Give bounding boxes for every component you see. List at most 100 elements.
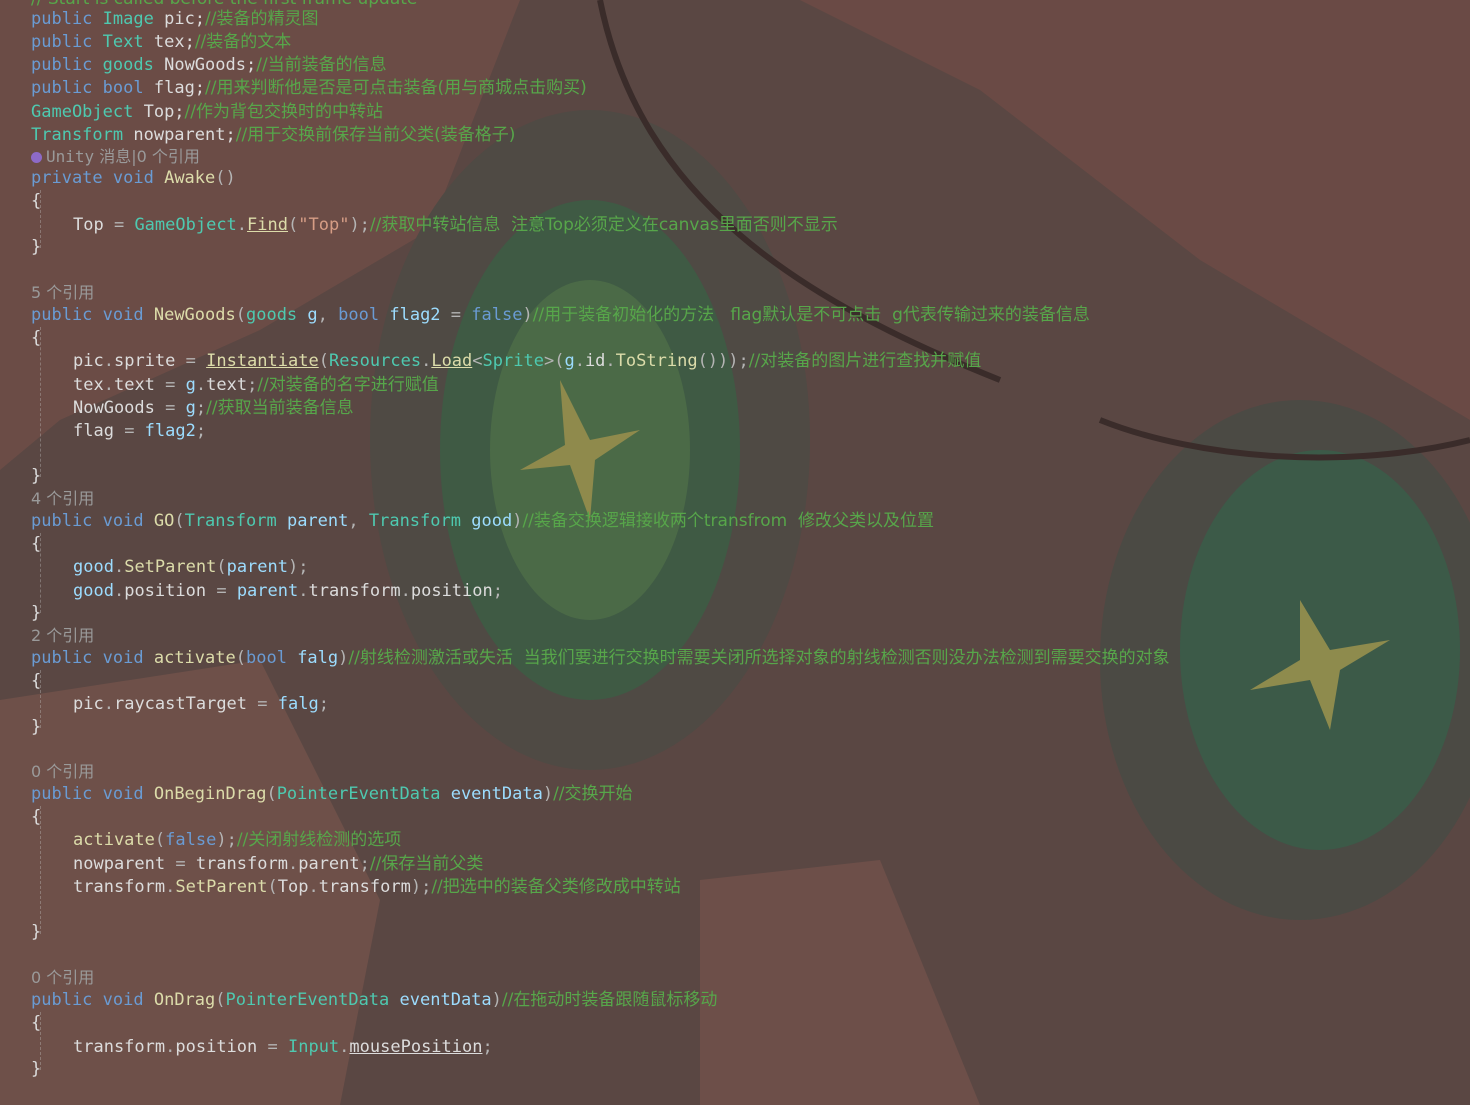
close-brace: } bbox=[31, 237, 42, 257]
codelens-go[interactable]: 4 个引用 bbox=[31, 488, 94, 510]
identifier: NowGoods bbox=[73, 398, 155, 418]
code-comment: //用于交换前保存当前父类(装备格子) bbox=[235, 125, 516, 145]
code-line-tex[interactable]: public Text tex;//装备的文本 bbox=[31, 31, 291, 53]
code-line-newgoods-signature[interactable]: public void NewGoods(goods g, bool flag2… bbox=[31, 304, 1090, 326]
code-line-top[interactable]: GameObject Top;//作为背包交换时的中转站 bbox=[31, 101, 383, 123]
code-line-awake-body[interactable]: Top = GameObject.Find("Top");//获取中转站信息 注… bbox=[73, 214, 838, 236]
code-line-reparent-top[interactable]: transform.SetParent(Top.transform);//把选中… bbox=[73, 876, 681, 898]
code-line-save-parent[interactable]: nowparent = transform.parent;//保存当前父类 bbox=[73, 853, 483, 875]
codelens-activate[interactable]: 2 个引用 bbox=[31, 625, 94, 647]
identifier: transform bbox=[73, 1037, 166, 1057]
identifier: id bbox=[584, 351, 606, 371]
codelens-newgoods[interactable]: 5 个引用 bbox=[31, 282, 94, 304]
type-name: Transform bbox=[31, 125, 124, 145]
field-name: pic; bbox=[153, 9, 206, 29]
parameter: flag2 bbox=[144, 421, 196, 441]
code-line-set-nowgoods[interactable]: NowGoods = g;//获取当前装备信息 bbox=[73, 397, 354, 419]
method-name: activate bbox=[73, 830, 155, 850]
type-name: goods bbox=[245, 305, 298, 325]
identifier: position bbox=[410, 581, 493, 601]
close-brace: } bbox=[31, 922, 42, 942]
identifier: transform bbox=[73, 877, 166, 897]
codelens-text: 消息|0 个引用 bbox=[94, 147, 200, 166]
open-brace: { bbox=[31, 328, 42, 348]
code-line-set-position[interactable]: good.position = parent.transform.positio… bbox=[73, 580, 503, 602]
close-brace: } bbox=[31, 1059, 42, 1079]
parameter: good bbox=[73, 581, 114, 601]
field-name: flag; bbox=[143, 78, 206, 98]
close-brace: } bbox=[31, 466, 42, 486]
codelens-text: 4 个引用 bbox=[31, 489, 95, 508]
codelens-unity: Unity bbox=[46, 147, 95, 166]
method-name: GO bbox=[153, 511, 175, 531]
identifier: transform bbox=[318, 877, 411, 897]
code-editor[interactable]: // Start is called before the first fram… bbox=[0, 0, 1470, 1105]
type-name: bool bbox=[102, 78, 144, 98]
type-name: Text bbox=[102, 32, 144, 52]
codelens-ondrag[interactable]: 0 个引用 bbox=[31, 967, 94, 989]
method-name: Awake bbox=[164, 168, 216, 188]
code-line-flag[interactable]: public bool flag;//用来判断他是否是可点击装备(用与商城点击购… bbox=[31, 77, 587, 99]
code-comment: //作为背包交换时的中转站 bbox=[184, 102, 384, 122]
identifier: mousePosition bbox=[349, 1037, 483, 1057]
type-name: Input bbox=[287, 1037, 340, 1057]
code-line-onbegindrag-signature[interactable]: public void OnBeginDrag(PointerEventData… bbox=[31, 783, 633, 805]
code-line-set-flag[interactable]: flag = flag2; bbox=[73, 420, 206, 442]
method-name: OnDrag bbox=[153, 990, 216, 1010]
identifier: Top bbox=[277, 877, 309, 897]
code-line-nowparent[interactable]: Transform nowparent;//用于交换前保存当前父类(装备格子) bbox=[31, 124, 515, 146]
method-name: activate bbox=[153, 648, 236, 668]
type-name: GameObject bbox=[31, 102, 134, 122]
code-comment: //把选中的装备父类修改成中转站 bbox=[431, 877, 681, 897]
keyword: false bbox=[165, 830, 217, 850]
code-line-set-parent[interactable]: good.SetParent(parent); bbox=[73, 556, 308, 578]
code-comment: //当前装备的信息 bbox=[256, 55, 387, 75]
codelens-onbegindrag[interactable]: 0 个引用 bbox=[31, 761, 94, 783]
code-comment: //装备的文本 bbox=[194, 32, 292, 52]
keyword: public void bbox=[31, 305, 144, 325]
keyword: public bbox=[31, 9, 93, 29]
code-comment: //获取中转站信息 注意Top必须定义在canvas里面否则不显示 bbox=[369, 215, 838, 235]
close-brace: } bbox=[31, 717, 42, 737]
codelens-awake[interactable]: Unity 消息|0 个引用 bbox=[31, 146, 200, 168]
method-name: SetParent bbox=[175, 877, 268, 897]
parameter: g bbox=[185, 398, 196, 418]
identifier: raycastTarget bbox=[113, 694, 248, 714]
parameter: falg bbox=[277, 694, 319, 714]
keyword: public void bbox=[31, 511, 144, 531]
unity-icon bbox=[31, 152, 42, 163]
code-line-mouse-position[interactable]: transform.position = Input.mousePosition… bbox=[73, 1036, 493, 1058]
code-line-ondrag-signature[interactable]: public void OnDrag(PointerEventData even… bbox=[31, 989, 717, 1011]
parameter: flag2 bbox=[389, 305, 441, 325]
type-name: Transform bbox=[368, 511, 461, 531]
code-comment: //关闭射线检测的选项 bbox=[236, 830, 402, 850]
code-comment: //保存当前父类 bbox=[369, 854, 484, 874]
parameter: eventData bbox=[399, 990, 492, 1010]
code-line-pic[interactable]: public Image pic;//装备的精灵图 bbox=[31, 8, 319, 30]
type-name: Transform bbox=[184, 511, 277, 531]
code-comment: //装备交换逻辑接收两个transfrom 修改父类以及位置 bbox=[522, 511, 934, 531]
code-line-activate-call[interactable]: activate(false);//关闭射线检测的选项 bbox=[73, 829, 401, 851]
parameter: parent bbox=[236, 581, 299, 601]
open-brace: { bbox=[31, 671, 42, 691]
code-line-awake-signature[interactable]: private void Awake() bbox=[31, 167, 236, 189]
keyword: public void bbox=[31, 784, 144, 804]
type-name: goods bbox=[102, 55, 154, 75]
code-line-go-signature[interactable]: public void GO(Transform parent, Transfo… bbox=[31, 510, 934, 532]
code-line-activate-signature[interactable]: public void activate(bool falg)//射线检测激活或… bbox=[31, 647, 1170, 669]
keyword: false bbox=[471, 305, 523, 325]
keyword: public bbox=[31, 32, 93, 52]
identifier: sprite bbox=[113, 351, 176, 371]
identifier: transform bbox=[308, 581, 401, 601]
code-line-set-text[interactable]: tex.text = g.text;//对装备的名字进行赋值 bbox=[73, 374, 439, 396]
code-line-raycast[interactable]: pic.raycastTarget = falg; bbox=[73, 693, 329, 715]
open-brace: { bbox=[31, 1013, 42, 1033]
method-name: Instantiate bbox=[206, 351, 319, 371]
identifier: transform bbox=[195, 854, 288, 874]
code-line-nowgoods[interactable]: public goods NowGoods;//当前装备的信息 bbox=[31, 54, 387, 76]
code-line-set-sprite[interactable]: pic.sprite = Instantiate(Resources.Load<… bbox=[73, 350, 981, 372]
field-name: tex; bbox=[143, 32, 195, 52]
parameter: parent bbox=[226, 557, 288, 577]
identifier: tex bbox=[73, 375, 104, 395]
parameter: good bbox=[73, 557, 114, 577]
